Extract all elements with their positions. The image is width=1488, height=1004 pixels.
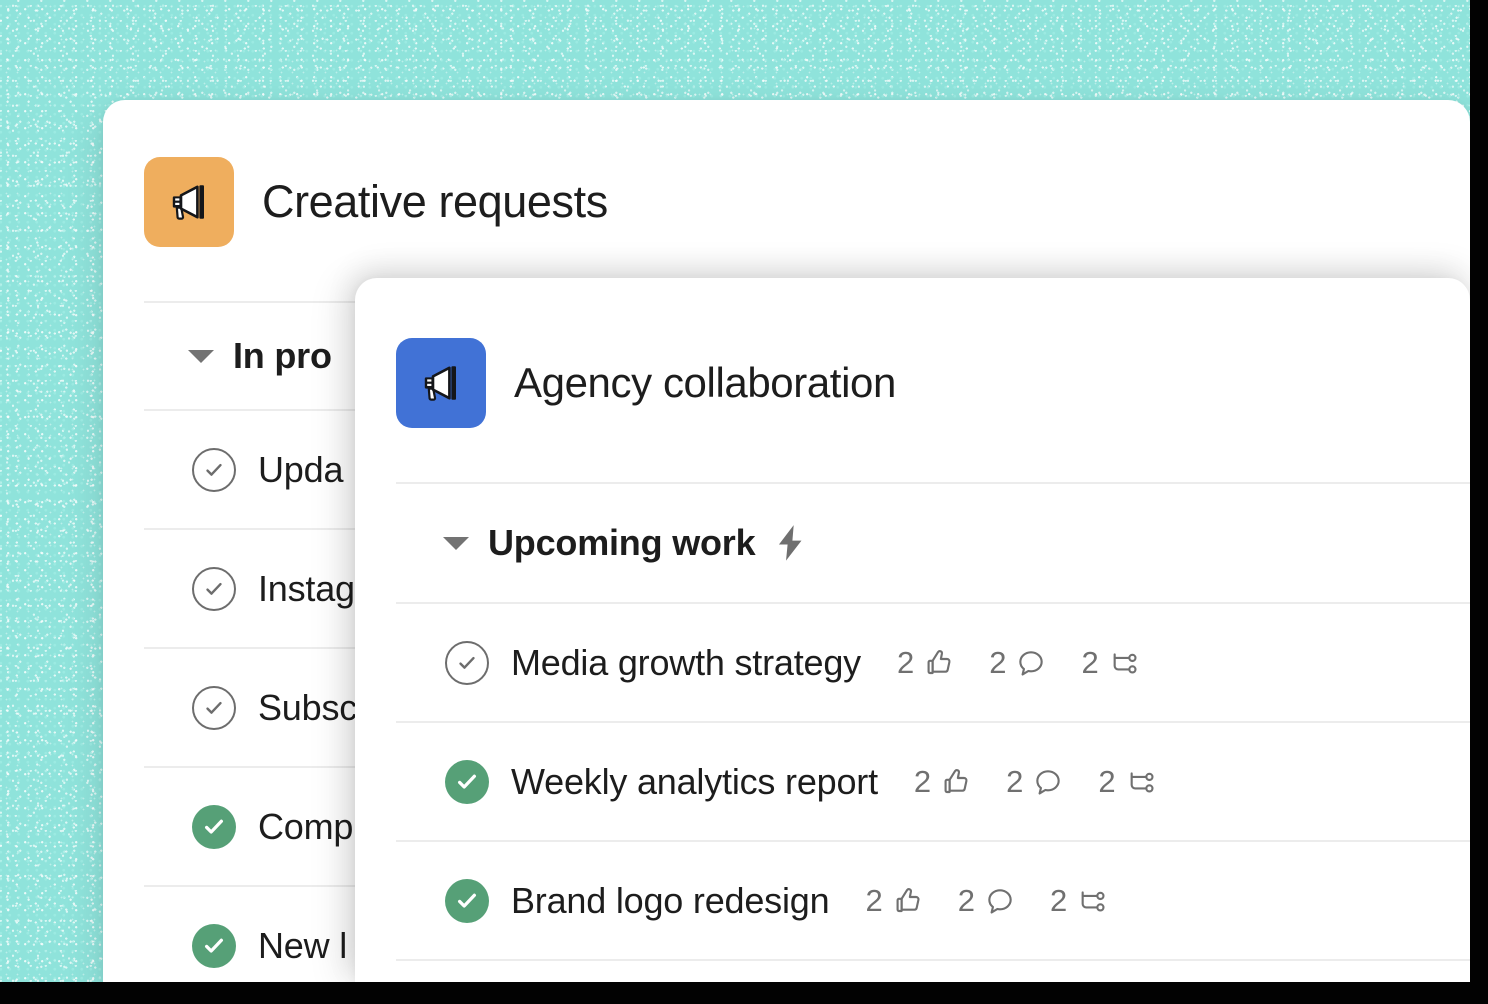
subtasks-count: 2 — [1081, 644, 1099, 680]
comment-bubble-icon — [984, 885, 1016, 917]
chevron-down-icon[interactable] — [443, 536, 469, 550]
screenshot-stage: Creative requests In pro Upda Instag Sub… — [0, 0, 1488, 1004]
subtask-branch-icon — [1108, 647, 1140, 679]
task-status-toggle[interactable] — [192, 923, 236, 968]
subtask-branch-icon — [1125, 766, 1157, 798]
task-title: Weekly analytics report — [511, 760, 878, 802]
thumbs-up-icon — [923, 647, 955, 679]
task-status-toggle[interactable] — [445, 640, 489, 685]
back-card-header: Creative requests — [103, 100, 1470, 247]
likes-count: 2 — [913, 763, 932, 799]
thumbs-up-icon — [940, 766, 972, 798]
comments-counter[interactable]: 2 — [989, 645, 1047, 681]
subtasks-counter[interactable]: 2 — [1050, 883, 1108, 919]
subtasks-counter[interactable]: 2 — [1081, 645, 1139, 681]
front-card-title: Agency collaboration — [514, 359, 896, 406]
task-title: Comp — [258, 805, 354, 847]
task-meta: 2 2 2 — [865, 883, 1108, 919]
task-status-toggle[interactable] — [445, 878, 489, 923]
front-card-header: Agency collaboration — [355, 278, 1470, 428]
chevron-down-icon[interactable] — [188, 349, 214, 363]
thumbs-up-icon — [892, 885, 924, 917]
task-title: Media growth strategy — [511, 641, 861, 683]
likes-count: 2 — [865, 882, 883, 918]
project-card-agency-collaboration[interactable]: Agency collaboration Upcoming work Media… — [355, 278, 1470, 982]
task-status-toggle[interactable] — [192, 804, 236, 849]
front-card-body: Upcoming work Media growth strategy 2 2 … — [355, 482, 1470, 961]
subtasks-count: 2 — [1098, 763, 1116, 799]
comments-count: 2 — [957, 882, 975, 918]
back-card-title: Creative requests — [262, 176, 608, 227]
task-meta: 2 2 2 — [897, 645, 1140, 681]
task-status-toggle[interactable] — [445, 759, 489, 804]
table-row[interactable]: Brand logo redesign 2 2 2 — [355, 842, 1470, 959]
section-title: In pro — [233, 335, 332, 376]
divider — [396, 959, 1470, 961]
table-row[interactable]: Weekly analytics report 2 2 2 — [355, 723, 1470, 840]
section-header-upcoming-work[interactable]: Upcoming work — [355, 484, 1470, 602]
frame-edge-bottom — [0, 982, 1488, 1004]
comments-counter[interactable]: 2 — [1006, 764, 1064, 800]
likes-counter[interactable]: 2 — [865, 883, 923, 919]
megaphone-icon — [144, 157, 234, 247]
comments-counter[interactable]: 2 — [958, 883, 1016, 919]
likes-counter[interactable]: 2 — [914, 764, 972, 800]
task-title: New l — [258, 924, 348, 966]
megaphone-icon — [396, 338, 486, 428]
comment-bubble-icon — [1015, 647, 1047, 679]
comments-count: 2 — [1006, 763, 1024, 799]
comments-count: 2 — [989, 644, 1007, 680]
likes-count: 2 — [896, 644, 915, 680]
frame-edge-right — [1470, 0, 1488, 1004]
task-title: Instag — [258, 567, 355, 609]
comment-bubble-icon — [1032, 766, 1064, 798]
task-title: Brand logo redesign — [511, 879, 830, 921]
task-title: Upda — [258, 448, 344, 490]
subtask-branch-icon — [1076, 885, 1108, 917]
lightning-bolt-icon — [773, 523, 807, 563]
task-status-toggle[interactable] — [192, 447, 236, 492]
likes-counter[interactable]: 2 — [897, 645, 955, 681]
subtasks-counter[interactable]: 2 — [1098, 764, 1156, 800]
table-row[interactable]: Media growth strategy 2 2 2 — [355, 604, 1470, 721]
section-title: Upcoming work — [488, 522, 756, 563]
task-status-toggle[interactable] — [192, 685, 236, 730]
subtasks-count: 2 — [1049, 882, 1068, 918]
task-title: Subsc — [258, 686, 358, 728]
task-status-toggle[interactable] — [192, 566, 236, 611]
task-meta: 2 2 2 — [914, 764, 1157, 800]
